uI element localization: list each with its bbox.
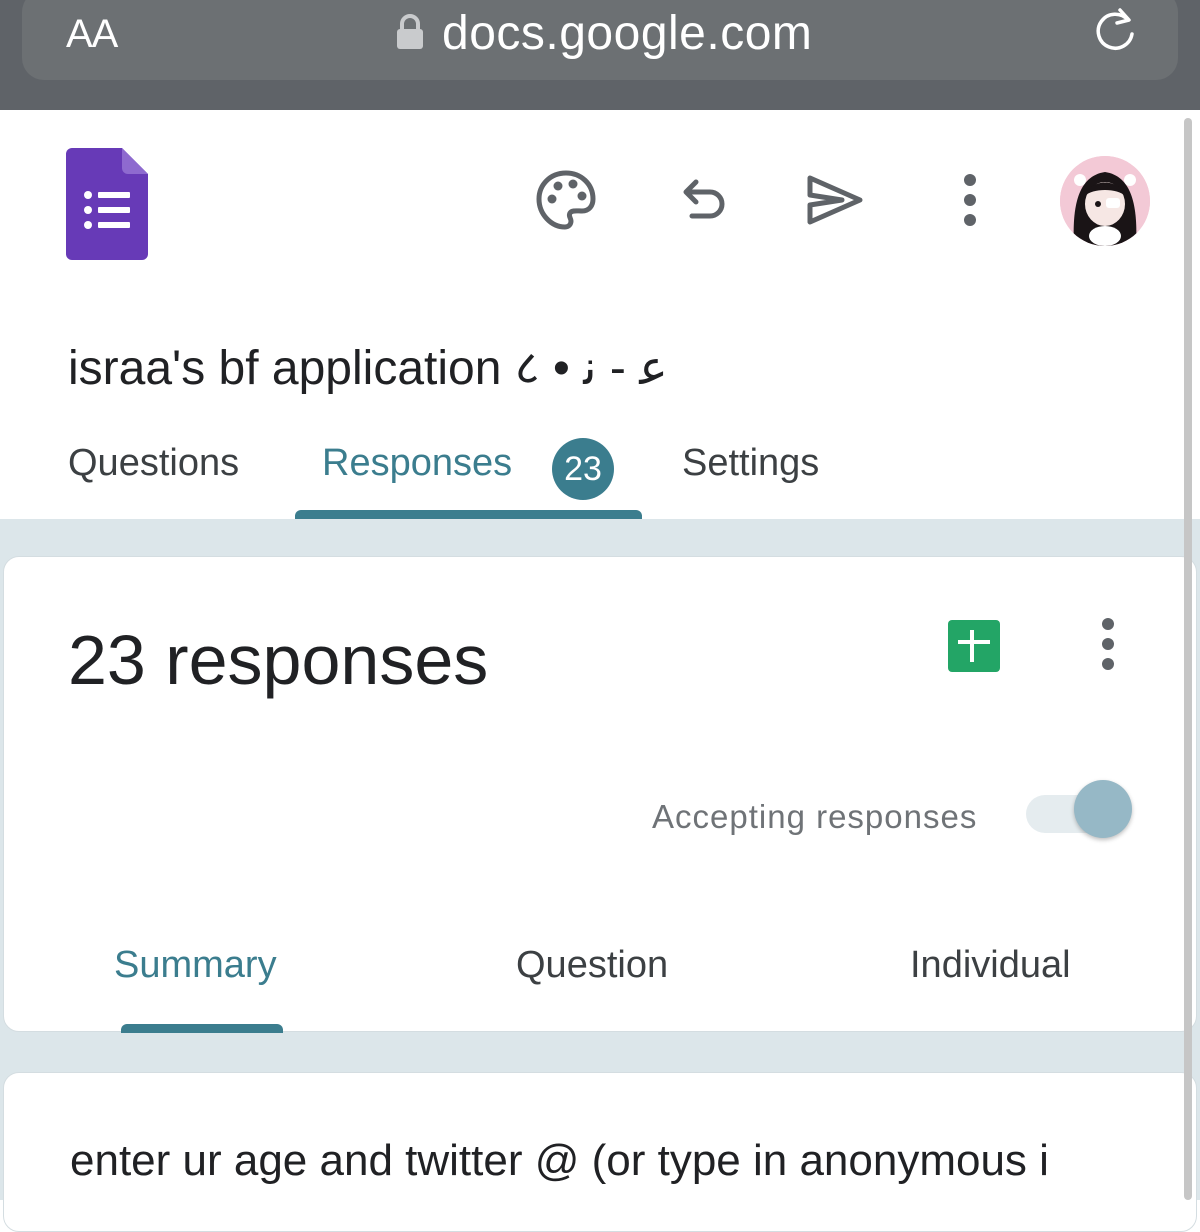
browser-address-bar: AA docs.google.com — [0, 0, 1200, 110]
lock-icon — [397, 14, 423, 49]
responses-count-heading: 23 responses — [68, 621, 489, 699]
toggle-knob — [1074, 780, 1132, 838]
tab-questions[interactable]: Questions — [68, 442, 239, 485]
google-forms-icon[interactable] — [66, 148, 148, 260]
more-vert-icon[interactable] — [938, 168, 1002, 232]
tab-responses[interactable]: Responses — [322, 442, 512, 485]
subtab-summary[interactable]: Summary — [114, 944, 277, 987]
accepting-responses-toggle[interactable] — [1026, 780, 1134, 838]
subtab-question[interactable]: Question — [516, 944, 668, 987]
google-sheets-icon[interactable] — [948, 620, 1000, 672]
accepting-responses-label: Accepting responses — [652, 798, 978, 835]
text-size-label: AA — [66, 12, 118, 56]
page-scrollbar[interactable] — [1184, 118, 1192, 1200]
active-subtab-indicator — [121, 1024, 283, 1033]
subtab-individual[interactable]: Individual — [910, 944, 1071, 987]
text-size-button[interactable]: AA — [66, 12, 118, 57]
url-text[interactable]: docs.google.com — [442, 6, 812, 61]
palette-icon[interactable] — [534, 168, 598, 232]
responses-count-badge: 23 — [552, 438, 614, 500]
tab-settings[interactable]: Settings — [682, 442, 819, 485]
form-title[interactable]: israa's bf application ८ • ﻋ - ﻧ — [68, 334, 668, 399]
question-title: enter ur age and twitter @ (or type in a… — [70, 1136, 1049, 1185]
send-icon[interactable] — [802, 168, 866, 232]
profile-avatar[interactable] — [1060, 156, 1150, 246]
reload-icon[interactable] — [1092, 6, 1138, 52]
responses-more-vert-icon[interactable] — [1082, 612, 1134, 676]
undo-icon[interactable] — [670, 168, 734, 232]
